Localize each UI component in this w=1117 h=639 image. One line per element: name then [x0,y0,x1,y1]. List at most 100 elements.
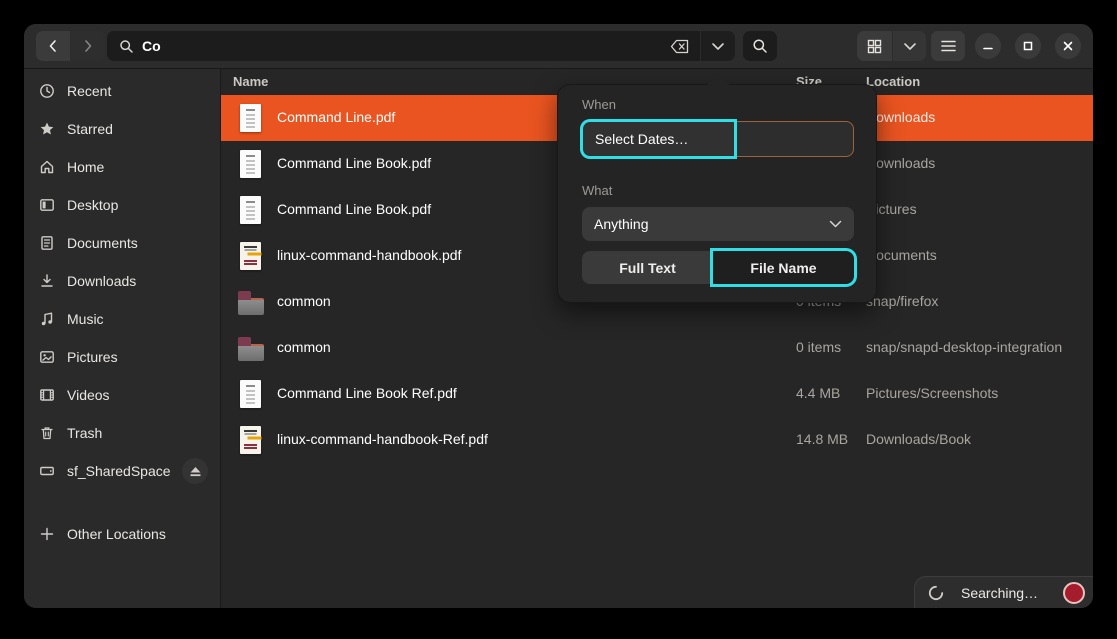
view-options-dropdown-button[interactable] [893,31,926,61]
eject-button[interactable] [182,458,208,484]
file-row[interactable]: linux-command-handbook-Ref.pdf14.8 MBDow… [221,417,1093,463]
file-type-dropdown[interactable]: Anything [582,207,854,241]
search-icon [119,39,134,54]
sidebar-item-documents[interactable]: Documents [30,225,214,261]
file-name: linux-command-handbook.pdf [277,247,461,263]
file-name: common [277,293,331,309]
when-label: When [582,97,616,112]
file-row[interactable]: common 0 items snap/snapd-desktop-integrat… [221,325,1093,371]
file-name: Command Line.pdf [277,109,395,125]
forward-button[interactable] [71,31,105,61]
main-menu-button[interactable] [931,31,965,61]
sidebar-item-videos[interactable]: Videos [30,377,214,413]
search-toggle-button[interactable] [743,31,777,61]
pdf-file-icon [236,103,266,133]
sidebar-item-label: Starred [67,121,113,137]
date-range-end-field[interactable] [734,122,853,156]
book-file-icon [236,241,266,271]
maximize-icon [1022,40,1034,52]
file-name: Command Line Book.pdf [277,201,431,217]
sidebar-item-label: Trash [67,425,102,441]
sidebar-item-label: Videos [67,387,110,403]
sidebar-item-label: Music [67,311,104,327]
file-location: Pictures/Screenshots [866,385,998,401]
search-options-dropdown-button[interactable] [701,31,735,61]
film-icon [38,387,56,403]
book-file-icon [236,425,266,455]
sidebar-item-label: Downloads [67,273,136,289]
grid-view-button[interactable] [857,31,892,61]
full-text-button[interactable]: Full Text [582,251,713,284]
search-mode-segment: Full Text File Name [582,251,854,284]
search-input[interactable]: Co [107,31,700,61]
picture-icon [38,349,56,365]
back-button[interactable] [36,31,70,61]
search-text: Co [142,38,670,54]
sidebar-item-home[interactable]: Home [30,149,214,185]
sidebar-item-pictures[interactable]: Pictures [30,339,214,375]
stop-search-button[interactable] [1063,582,1085,604]
file-name: common [277,339,331,355]
search-filter-popover: When Select Dates… What Anything Full Te… [557,84,877,303]
search-icon [752,38,768,54]
minimize-button[interactable] [975,33,1001,59]
hamburger-menu-icon [941,40,956,52]
sidebar-item-trash[interactable]: Trash [30,415,214,451]
sidebar-item-label: Home [67,159,104,175]
sidebar-item-label: Documents [67,235,138,251]
file-location: snap/firefox [866,293,938,309]
sidebar-item-label: sf_SharedSpace [67,463,171,479]
column-header-location[interactable]: Location [866,74,920,89]
pdf-file-icon [236,149,266,179]
chevron-down-icon [903,42,917,51]
clear-backspace-icon[interactable] [670,39,690,54]
download-icon [38,273,56,289]
sidebar-item-downloads[interactable]: Downloads [30,263,214,299]
sidebar-item-other-locations[interactable]: Other Locations [30,516,214,552]
nav-button-group [36,31,105,61]
view-switch-group [857,31,926,61]
spinner-icon [928,585,944,601]
home-icon [38,159,56,175]
file-row[interactable]: Command Line Book Ref.pdf 4.4 MB Pictures/… [221,371,1093,417]
sidebar-item-label: Other Locations [67,526,166,542]
file-size: 4.4 MB [796,385,840,401]
pdf-file-icon [236,195,266,225]
searching-status-text: Searching… [961,585,1038,601]
sidebar-item-music[interactable]: Music [30,301,214,337]
music-note-icon [38,311,56,327]
file-name-button[interactable]: File Name [713,251,854,284]
pdf-file-icon [236,379,266,409]
file-size: 0 items [796,339,841,355]
file-name: Command Line Book Ref.pdf [277,385,457,401]
search-progress-toast: Searching… [914,576,1093,608]
sidebar-item-desktop[interactable]: Desktop [30,187,214,223]
select-dates-button[interactable]: Select Dates… [583,122,734,156]
sidebar-item-starred[interactable]: Starred [30,111,214,147]
minimize-icon [982,40,994,52]
column-header-name[interactable]: Name [233,74,268,89]
sidebar-item-sf-sharedspace[interactable]: sf_SharedSpace [30,453,214,489]
files-window: Co [24,24,1093,608]
folder-icon [236,333,266,363]
grid-view-icon [867,39,882,54]
file-size: 14.8 MB [796,431,848,447]
chevron-down-icon [711,42,725,51]
file-location: snap/snapd-desktop-integration [866,339,1062,355]
maximize-button[interactable] [1015,33,1041,59]
chevron-down-icon [829,220,842,228]
what-label: What [582,183,612,198]
sidebar-item-label: Desktop [67,197,118,213]
sidebar-item-label: Pictures [67,349,118,365]
desktop-icon [38,197,56,213]
sidebar-item-recent[interactable]: Recent [30,73,214,109]
close-icon [1062,40,1074,52]
close-button[interactable] [1055,33,1081,59]
sidebar: Recent Starred Home Desktop Documents Downloa… [24,69,221,608]
headerbar: Co [24,24,1093,69]
date-range-row: Select Dates… [582,121,854,157]
file-name: linux-command-handbook-Ref.pdf [277,431,488,447]
forward-icon [81,39,95,53]
sidebar-item-label: Recent [67,83,111,99]
plus-icon [38,526,56,542]
